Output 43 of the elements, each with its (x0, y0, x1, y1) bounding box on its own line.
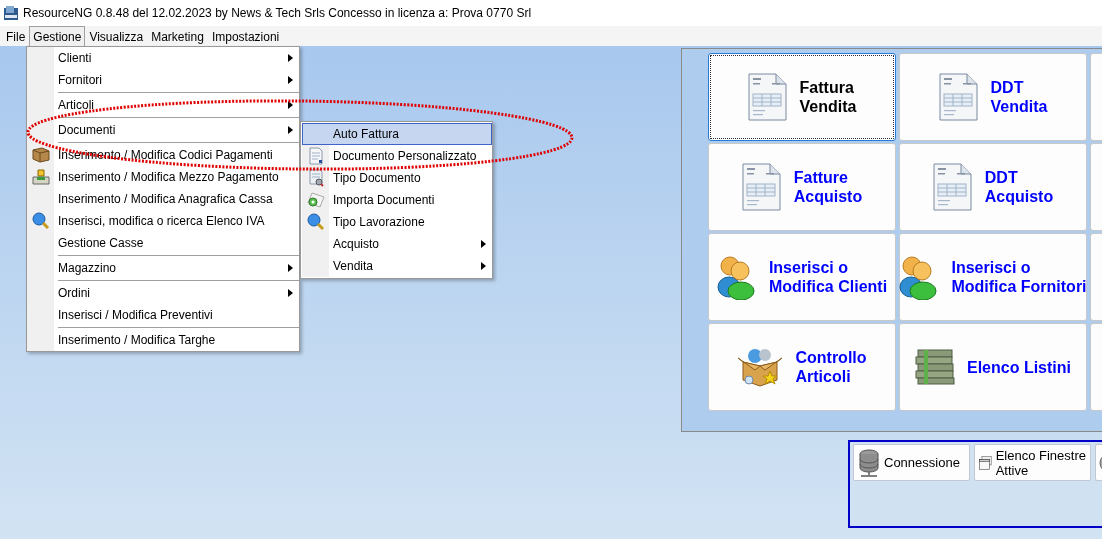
menu-item[interactable]: Gestione Casse (27, 232, 299, 254)
menu-item[interactable]: Tipo Lavorazione (302, 211, 492, 233)
shortcut-tile[interactable]: Fattura Vendita (708, 53, 896, 141)
shortcut-tile[interactable]: Inserisci o Modifica Fornitori (899, 233, 1087, 321)
menu-item[interactable]: Articoli (27, 94, 299, 116)
menu-item[interactable]: Documento Personalizzato (302, 145, 492, 167)
tile-label: Controllo Articoli (795, 348, 867, 386)
menu-item[interactable]: Tipo Documento (302, 167, 492, 189)
menu-item[interactable]: Inserisci / Modifica Preventivi (27, 304, 299, 326)
tile-label: Elenco Listini (967, 357, 1071, 377)
menu-item[interactable]: Clienti (27, 47, 299, 69)
shortcut-tile[interactable]: DDT Acquisto (899, 143, 1087, 231)
menu-bar-item[interactable]: File (2, 26, 30, 46)
menu-item[interactable]: Acquisto (302, 233, 492, 255)
menu-item[interactable]: Magazzino (27, 257, 299, 279)
menu-item[interactable]: Importa Documenti (302, 189, 492, 211)
toolbar-button[interactable]: Connessione (853, 444, 970, 481)
menu-item[interactable]: Vendita (302, 255, 492, 277)
menu-item[interactable]: Inserimento / Modifica Anagrafica Cassa (27, 188, 299, 210)
tile-label: Inserisci o Modifica Fornitori (951, 258, 1087, 296)
shortcut-tile[interactable]: Controllo Articoli (708, 323, 896, 411)
menu-item[interactable]: Inserimento / Modifica Targhe (27, 329, 299, 351)
menu-item[interactable]: Fornitori (27, 69, 299, 91)
shortcut-tile[interactable]: Inserisci o Modifica Clienti (708, 233, 896, 321)
menu-item[interactable]: Auto Fattura (302, 123, 492, 145)
tile-label: DDT Vendita (990, 78, 1048, 116)
tile-label: DDT Acquisto (984, 168, 1054, 206)
menu-bar-item[interactable]: Marketing (147, 26, 208, 46)
shortcut-tile[interactable]: DDT Vendita (899, 53, 1087, 141)
menu-item[interactable]: Inserimento / Modifica Mezzo Pagamento (27, 166, 299, 188)
toolbar-button[interactable]: Elenco Finestre Attive (974, 444, 1091, 481)
menu-bar-item[interactable]: Impostazioni (207, 26, 284, 46)
tile-label: Inserisci o Modifica Clienti (768, 258, 888, 296)
menu-item[interactable]: Ordini (27, 282, 299, 304)
window-title: ResourceNG 0.8.48 del 12.02.2023 by News & Tech Srls Concesso in licenza a: Prova 0770 Srl (23, 6, 532, 20)
tile-label: Fattura Vendita (799, 78, 857, 116)
menu-bar-item[interactable]: Gestione (29, 26, 86, 46)
tile-label: Fatture Acquisto (793, 168, 863, 206)
menu-item[interactable]: Inserisci, modifica o ricerca Elenco IVA (27, 210, 299, 232)
shortcut-tile[interactable]: Fatture Acquisto (708, 143, 896, 231)
menu-bar-item[interactable]: Visualizza (85, 26, 148, 46)
shortcut-tile[interactable]: Elenco Listini (899, 323, 1087, 411)
menu-item[interactable]: Documenti (27, 119, 299, 141)
